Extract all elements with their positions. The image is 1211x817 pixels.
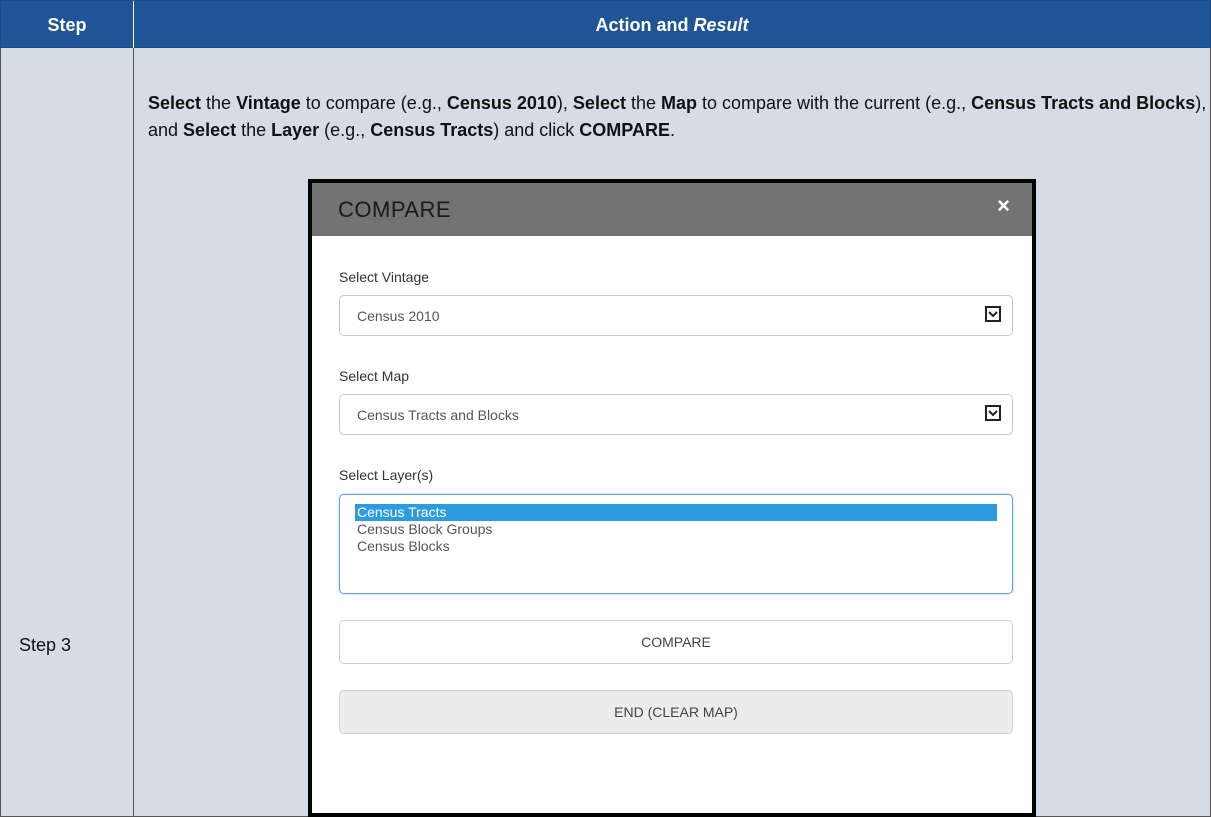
header-result-label: Result xyxy=(693,14,749,35)
step-number: Step 3 xyxy=(19,635,72,655)
instruction-bold: Census Tracts and Blocks xyxy=(971,93,1196,113)
instruction-bold: Census Tracts xyxy=(370,120,494,140)
instruction-text: Select the Vintage to compare (e.g., Cen… xyxy=(148,90,1208,144)
instruction-text-part: ), xyxy=(556,93,573,113)
instruction-text-part: ) and click xyxy=(493,120,580,140)
chevron-down-icon[interactable] xyxy=(985,405,1001,421)
map-value: Census Tracts and Blocks xyxy=(357,407,519,423)
end-clear-map-button[interactable]: END (CLEAR MAP) xyxy=(339,690,1013,734)
dialog-header: COMPARE × xyxy=(312,183,1032,236)
dialog-title: COMPARE xyxy=(338,197,452,222)
instruction-bold: Map xyxy=(661,93,697,113)
vintage-select[interactable]: Census 2010 xyxy=(339,295,1013,336)
instruction-bold: Select xyxy=(148,93,202,113)
instruction-text-part: the xyxy=(201,93,237,113)
compare-button[interactable]: COMPARE xyxy=(339,620,1013,664)
instruction-table: Step Action and Result Step 3 Select the… xyxy=(0,0,1211,817)
header-step: Step xyxy=(1,1,134,49)
layers-listbox[interactable]: Census Tracts Census Block Groups Census… xyxy=(339,494,1013,594)
table-header: Step Action and Result xyxy=(0,0,1211,49)
instruction-text-part: the xyxy=(236,120,272,140)
instruction-bold: Vintage xyxy=(236,93,301,113)
layer-option-census-tracts[interactable]: Census Tracts xyxy=(355,504,997,521)
instruction-text-part: (e.g., xyxy=(319,120,371,140)
instruction-bold: Layer xyxy=(271,120,320,140)
layer-option-census-block-groups[interactable]: Census Block Groups xyxy=(355,521,997,538)
instruction-bold: Select xyxy=(572,93,626,113)
chevron-down-icon[interactable] xyxy=(985,306,1001,322)
header-action-label: Action and xyxy=(595,14,689,35)
instruction-text-part: to compare (e.g., xyxy=(300,93,447,113)
layers-label: Select Layer(s) xyxy=(339,467,434,483)
close-icon[interactable]: × xyxy=(997,193,1010,219)
instruction-text-part: the xyxy=(625,93,661,113)
vintage-label: Select Vintage xyxy=(339,269,430,285)
instruction-text-part: to compare with the current (e.g., xyxy=(697,93,972,113)
compare-dialog: COMPARE × Select Vintage Census 2010 Sel… xyxy=(308,179,1036,817)
instruction-bold: COMPARE xyxy=(579,120,670,140)
header-action-result: Action and Result xyxy=(134,1,1210,49)
layer-option-census-blocks[interactable]: Census Blocks xyxy=(355,538,997,555)
vintage-value: Census 2010 xyxy=(357,308,440,324)
map-label: Select Map xyxy=(339,368,410,384)
step-cell: Step 3 xyxy=(1,48,134,816)
instruction-text-part: . xyxy=(669,120,675,140)
instruction-bold: Select xyxy=(183,120,237,140)
instruction-bold: Census 2010 xyxy=(446,93,557,113)
map-select[interactable]: Census Tracts and Blocks xyxy=(339,394,1013,435)
